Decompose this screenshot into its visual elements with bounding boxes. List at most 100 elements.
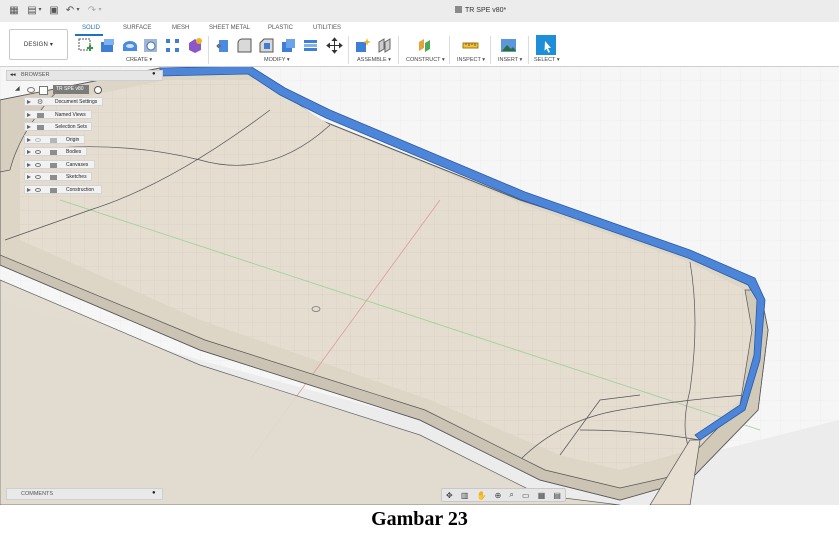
- folder-icon: [50, 175, 57, 180]
- modify-menu[interactable]: MODIFY ▾: [264, 57, 290, 63]
- browser-item-sketches[interactable]: Sketches: [24, 172, 92, 181]
- workspace-switcher[interactable]: DESIGN ▾: [9, 29, 68, 60]
- visibility-eye-icon[interactable]: [35, 175, 41, 179]
- browser-item-selection-sets[interactable]: Selection Sets: [24, 122, 92, 131]
- assemble-menu[interactable]: ASSEMBLE ▾: [357, 57, 391, 63]
- visibility-eye-icon[interactable]: [35, 150, 41, 154]
- create-menu[interactable]: CREATE ▾: [126, 57, 152, 63]
- expand-arrow-icon[interactable]: [27, 163, 31, 167]
- pan-icon[interactable]: ✋: [477, 491, 487, 500]
- folder-icon: [50, 163, 57, 168]
- expand-arrow-icon[interactable]: [27, 138, 31, 142]
- browser-item-label: Document Settings: [55, 99, 98, 105]
- navigation-bar: ✥ ▥ ✋ ⊕ ⌕ ▭ ▦ ▤: [441, 488, 566, 502]
- toolbar-ribbon: DESIGN ▾ SOLID SURFACE MESH SHEET METAL …: [0, 22, 839, 67]
- activate-radio-icon[interactable]: [94, 86, 102, 94]
- browser-item-label: Selection Sets: [55, 124, 87, 130]
- pattern-icon[interactable]: [164, 37, 181, 54]
- tab-sheet-metal[interactable]: SHEET METAL: [209, 25, 250, 31]
- expand-arrow-icon[interactable]: [27, 125, 31, 129]
- offset-plane-icon[interactable]: [416, 37, 433, 54]
- browser-title: BROWSER: [21, 72, 50, 78]
- new-component-icon[interactable]: [354, 37, 371, 54]
- move-icon[interactable]: [326, 37, 343, 54]
- browser-settings-icon[interactable]: ●: [152, 71, 156, 77]
- figure-caption: Gambar 23: [371, 508, 468, 530]
- extrude-icon[interactable]: [99, 37, 116, 54]
- tab-plastic[interactable]: PLASTIC: [268, 25, 293, 31]
- separator: [528, 36, 529, 64]
- document-title-text: TR SPE v80*: [465, 7, 507, 14]
- tab-utilities[interactable]: UTILITIES: [313, 25, 341, 31]
- browser-item-label: Bodies: [66, 149, 82, 155]
- canvas-viewport[interactable]: [0, 67, 839, 505]
- browser-item-label: Canvases: [66, 162, 89, 168]
- inspect-menu[interactable]: INSPECT ▾: [457, 57, 485, 63]
- zoom-icon[interactable]: ⊕: [495, 491, 502, 500]
- viewports-icon[interactable]: ▤: [553, 491, 561, 500]
- browser-item-document-settings[interactable]: ⚙ Document Settings: [24, 97, 103, 106]
- look-at-icon[interactable]: ▥: [461, 491, 469, 500]
- separator: [208, 36, 209, 64]
- combine-icon[interactable]: [302, 37, 319, 54]
- tab-mesh[interactable]: MESH: [172, 25, 189, 31]
- browser-root-node[interactable]: ◢ TR SPE v80: [15, 85, 103, 95]
- expand-arrow-icon[interactable]: [27, 175, 31, 179]
- revolve-icon[interactable]: [121, 37, 138, 54]
- expand-arrow-icon[interactable]: [27, 188, 31, 192]
- save-icon[interactable]: ▣: [48, 5, 60, 16]
- zoom-window-icon[interactable]: ⌕: [509, 490, 513, 500]
- select-menu[interactable]: SELECT ▾: [534, 57, 560, 63]
- browser-item-named-views[interactable]: Named Views: [24, 110, 92, 119]
- tab-solid[interactable]: SOLID: [82, 25, 100, 31]
- browser-item-bodies[interactable]: Bodies: [24, 147, 87, 156]
- fillet-icon[interactable]: [236, 37, 253, 54]
- model-view[interactable]: [0, 67, 839, 505]
- joint-icon[interactable]: [376, 37, 393, 54]
- expand-arrow-icon[interactable]: [27, 113, 31, 117]
- comments-settings-icon[interactable]: ●: [152, 490, 156, 496]
- chamfer-icon[interactable]: [258, 37, 275, 54]
- separator: [348, 36, 349, 64]
- browser-item-construction[interactable]: Construction: [24, 185, 102, 194]
- hole-icon[interactable]: [142, 37, 159, 54]
- visibility-eye-icon[interactable]: [27, 87, 35, 93]
- visibility-eye-icon[interactable]: [35, 188, 41, 192]
- document-title: TR SPE v80*: [455, 6, 506, 14]
- measure-icon[interactable]: [462, 37, 479, 54]
- insert-image-icon[interactable]: [500, 37, 517, 54]
- construct-menu[interactable]: CONSTRUCT ▾: [406, 57, 445, 63]
- insert-menu[interactable]: INSERT ▾: [498, 57, 522, 63]
- separator: [398, 36, 399, 64]
- document-icon: [455, 6, 462, 13]
- tab-surface[interactable]: SURFACE: [123, 25, 151, 31]
- expand-down-icon[interactable]: ◢: [15, 85, 20, 92]
- redo-dropdown-icon[interactable]: ▾: [94, 5, 106, 16]
- visibility-eye-icon[interactable]: [35, 163, 41, 167]
- undo-dropdown-icon[interactable]: ▾: [72, 5, 84, 16]
- folder-icon: [37, 113, 44, 118]
- expand-arrow-icon[interactable]: [27, 150, 31, 154]
- expand-arrow-icon[interactable]: [27, 100, 31, 104]
- browser-item-label: Sketches: [66, 174, 87, 180]
- collapse-arrow-icon[interactable]: ◂◂: [10, 72, 16, 78]
- grid-settings-icon[interactable]: ▦: [538, 491, 546, 500]
- select-icon[interactable]: [536, 35, 556, 55]
- visibility-eye-icon[interactable]: [35, 138, 41, 142]
- browser-item-label: Named Views: [55, 112, 86, 118]
- create-sketch-icon[interactable]: [77, 37, 94, 54]
- browser-item-origin[interactable]: Origin: [24, 135, 85, 144]
- grid-menu-icon[interactable]: ▦: [8, 5, 20, 16]
- folder-icon: [50, 150, 57, 155]
- folder-icon: [37, 125, 44, 130]
- display-settings-icon[interactable]: ▭: [522, 491, 530, 500]
- orbit-icon[interactable]: ✥: [446, 491, 453, 500]
- press-pull-icon[interactable]: [214, 37, 231, 54]
- comments-panel[interactable]: COMMENTS ●: [6, 488, 163, 500]
- browser-item-canvases[interactable]: Canvases: [24, 160, 95, 169]
- browser-panel-header[interactable]: ◂◂ BROWSER ●: [6, 70, 163, 81]
- component-icon: [39, 86, 48, 95]
- file-dropdown-icon[interactable]: ▾: [34, 5, 46, 16]
- shell-icon[interactable]: [280, 37, 297, 54]
- create-form-icon[interactable]: [186, 37, 203, 54]
